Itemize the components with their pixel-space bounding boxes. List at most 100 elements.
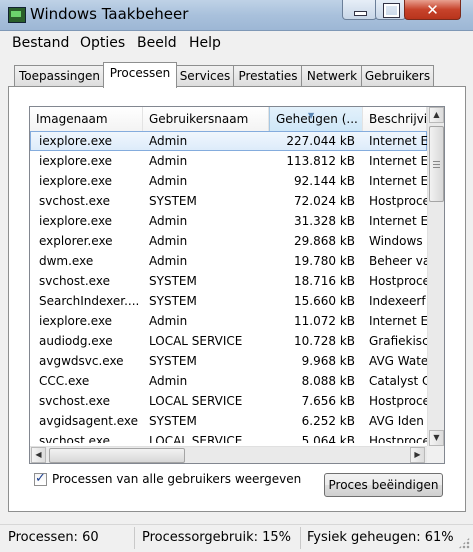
table-row[interactable]: svchost.exe LOCAL SERVICE 7.656 kB Hostproc… — [30, 391, 427, 411]
horizontal-scrollbar[interactable]: ◀ ▶ — [30, 446, 427, 463]
task-manager-icon — [8, 7, 26, 23]
process-name: iexplore.exe — [39, 134, 113, 148]
table-row[interactable]: CCC.exe Admin 8.088 kB Catalyst C — [30, 371, 427, 391]
minimize-button[interactable] — [342, 0, 377, 20]
scroll-down-icon[interactable]: ▼ — [429, 430, 444, 446]
show-all-users-label[interactable]: Processen van alle gebruikers weergeven — [52, 472, 301, 486]
column-header-geheugen[interactable]: ▼ Geheugen (... — [269, 107, 363, 131]
process-user: Admin — [149, 134, 188, 148]
process-description: Internet E — [369, 154, 427, 168]
title-bar[interactable]: Windows Taakbeheer ✕ — [0, 0, 473, 31]
process-name: svchost.exe — [39, 394, 110, 408]
show-all-users-checkbox[interactable]: ✓ — [34, 471, 47, 486]
menu-beeld[interactable]: Beeld — [137, 35, 177, 51]
scroll-left-icon[interactable]: ◀ — [31, 447, 46, 463]
scroll-up-icon[interactable]: ▲ — [429, 107, 444, 123]
process-user: LOCAL SERVICE — [149, 334, 243, 348]
tab-netwerk[interactable]: Netwerk — [301, 65, 363, 87]
process-name: iexplore.exe — [39, 314, 113, 328]
tab-strip: Toepassingen Processen Services Prestati… — [0, 60, 473, 88]
process-description: Hostproce — [369, 394, 427, 408]
column-header-beschrijving[interactable]: Beschrijvi — [363, 107, 427, 131]
close-button[interactable]: ✕ — [404, 0, 461, 20]
tab-prestaties[interactable]: Prestaties — [233, 65, 303, 87]
table-row[interactable]: iexplore.exe Admin 92.144 kB Internet E — [30, 171, 427, 191]
tab-gebruikers[interactable]: Gebruikers — [361, 65, 434, 87]
vertical-scroll-thumb[interactable] — [429, 126, 444, 202]
column-header-imagenaam[interactable]: Imagenaam — [30, 107, 143, 131]
grip-line — [433, 167, 440, 168]
process-description: Internet E — [369, 174, 427, 188]
table-row[interactable]: explorer.exe Admin 29.868 kB Windows — [30, 231, 427, 251]
tab-toepassingen[interactable]: Toepassingen — [14, 65, 105, 87]
table-row[interactable]: iexplore.exe Admin 227.044 kB Internet E — [30, 131, 427, 151]
process-list[interactable]: Imagenaam Gebruikersnaam ▼ Geheugen (...… — [29, 106, 445, 464]
table-row[interactable]: SearchIndexer.... SYSTEM 15.660 kB Indexeer… — [30, 291, 427, 311]
process-user: SYSTEM — [149, 294, 197, 308]
process-memory: 11.072 kB — [294, 314, 355, 328]
menu-help[interactable]: Help — [189, 35, 221, 51]
process-description: AVG Iden — [369, 414, 424, 428]
menu-opties[interactable]: Opties — [80, 35, 125, 51]
close-icon: ✕ — [426, 1, 439, 19]
process-name: SearchIndexer.... — [39, 294, 140, 308]
menu-bestand[interactable]: Bestand — [12, 35, 69, 51]
process-memory: 7.656 kB — [301, 394, 355, 408]
table-row[interactable]: avgwdsvc.exe SYSTEM 9.968 kB AVG Wate — [30, 351, 427, 371]
process-memory: 92.144 kB — [294, 174, 355, 188]
column-header-gebruikersnaam[interactable]: Gebruikersnaam — [143, 107, 269, 131]
process-name: audiodg.exe — [39, 334, 113, 348]
process-name: explorer.exe — [39, 234, 113, 248]
process-memory: 72.024 kB — [294, 194, 355, 208]
process-memory: 29.868 kB — [294, 234, 355, 248]
process-user: Admin — [149, 254, 188, 268]
process-user: SYSTEM — [149, 414, 197, 428]
vertical-scrollbar[interactable]: ▲ ▼ — [427, 107, 444, 446]
process-user: LOCAL SERVICE — [149, 434, 243, 443]
tab-services[interactable]: Services — [175, 65, 235, 87]
process-memory: 5.064 kB — [301, 434, 355, 443]
status-cpu-usage: Processorgebruik: 15% — [142, 530, 292, 545]
tab-processen[interactable]: Processen — [103, 62, 177, 88]
process-memory: 19.780 kB — [294, 254, 355, 268]
process-description: Grafiekisc — [369, 334, 427, 348]
maximize-icon — [383, 3, 400, 18]
maximize-button[interactable] — [375, 0, 406, 20]
process-name: svchost.exe — [39, 274, 110, 288]
status-physical-memory: Fysiek geheugen: 61% — [307, 530, 454, 545]
sort-descending-icon: ▼ — [308, 111, 315, 120]
table-row[interactable]: svchost.exe SYSTEM 18.716 kB Hostproce — [30, 271, 427, 291]
process-user: SYSTEM — [149, 194, 197, 208]
status-divider — [134, 527, 135, 549]
process-description: Windows — [369, 234, 423, 248]
process-description: AVG Wate — [369, 354, 427, 368]
resize-grip-icon[interactable] — [458, 537, 470, 549]
table-row[interactable]: audiodg.exe LOCAL SERVICE 10.728 kB Grafiek… — [30, 331, 427, 351]
end-process-button[interactable]: Proces beëindigen — [324, 473, 443, 497]
process-memory: 10.728 kB — [294, 334, 355, 348]
table-row[interactable]: iexplore.exe Admin 113.812 kB Internet E — [30, 151, 427, 171]
menu-bar: Bestand Opties Beeld Help — [0, 31, 473, 56]
table-row[interactable]: svchost.exe SYSTEM 72.024 kB Hostproce — [30, 191, 427, 211]
process-memory: 31.328 kB — [294, 214, 355, 228]
process-description: Hostproce — [369, 194, 427, 208]
scroll-right-icon[interactable]: ▶ — [410, 447, 425, 463]
table-row[interactable]: iexplore.exe Admin 11.072 kB Internet E — [30, 311, 427, 331]
table-row[interactable]: avgidsagent.exe SYSTEM 6.252 kB AVG Iden — [30, 411, 427, 431]
process-description: Internet E — [369, 314, 427, 328]
process-description: Beheer va — [369, 254, 427, 268]
table-row[interactable]: dwm.exe Admin 19.780 kB Beheer va — [30, 251, 427, 271]
status-bar: Processen: 60 Processorgebruik: 15% Fysi… — [0, 524, 473, 552]
process-user: Admin — [149, 314, 188, 328]
table-row[interactable]: iexplore.exe Admin 31.328 kB Internet E — [30, 211, 427, 231]
process-description: Indexeerf — [369, 294, 426, 308]
process-name: avgwdsvc.exe — [39, 354, 124, 368]
table-row[interactable]: svchost.exe LOCAL SERVICE 5.064 kB Hostproc… — [30, 431, 427, 443]
horizontal-scroll-thumb[interactable] — [49, 448, 185, 463]
process-name: iexplore.exe — [39, 174, 113, 188]
process-rows: iexplore.exe Admin 227.044 kB Internet Eiex… — [30, 131, 427, 443]
process-name: avgidsagent.exe — [39, 414, 139, 428]
process-name: iexplore.exe — [39, 154, 113, 168]
checkmark-icon: ✓ — [35, 471, 46, 486]
process-memory: 9.968 kB — [301, 354, 355, 368]
